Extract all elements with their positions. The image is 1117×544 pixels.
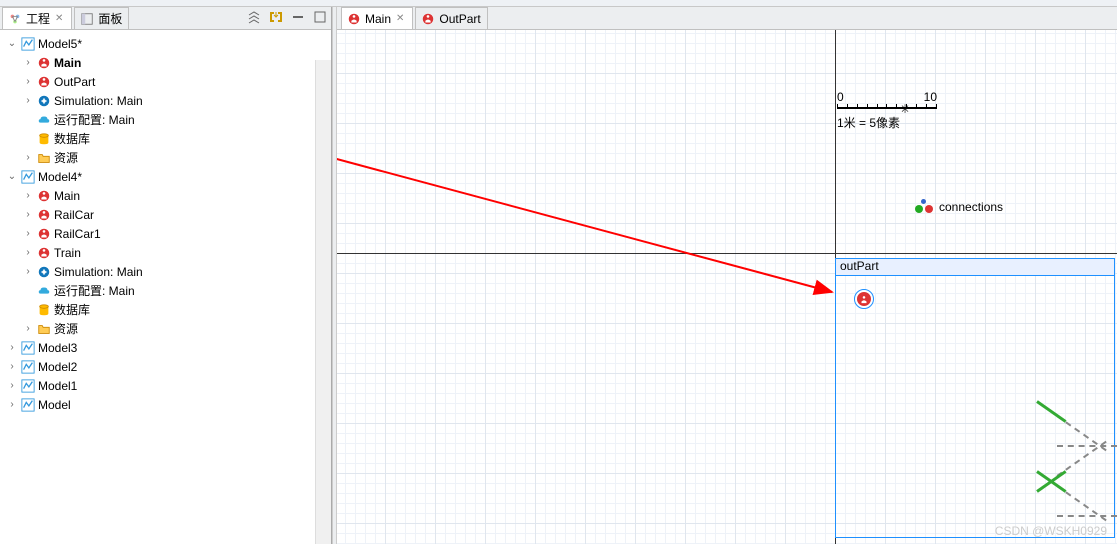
tree-run-main4[interactable]: 运行配置: Main — [0, 281, 331, 300]
tab-panel-label: 面板 — [98, 10, 122, 27]
agent-icon — [36, 55, 52, 71]
connections-icon — [915, 201, 933, 213]
agent-header: outPart — [836, 259, 1114, 276]
tree-main4[interactable]: ›Main — [0, 186, 331, 205]
tab-project-label: 工程 — [26, 10, 50, 27]
close-icon[interactable]: ✕ — [53, 13, 65, 24]
tree-sim-main4[interactable]: ›Simulation: Main — [0, 262, 331, 281]
project-tree[interactable]: ⌄Model5* ›Main ›OutPart ›Simulation: Mai… — [0, 30, 331, 544]
connections-label: connections — [939, 200, 1003, 214]
tree-model3[interactable]: ›Model3 — [0, 338, 331, 357]
tree-model1[interactable]: ›Model1 — [0, 376, 331, 395]
model-icon — [20, 359, 36, 375]
canvas[interactable]: 010 1米 = 5像素 ✳ connections — [337, 30, 1117, 544]
tab-outpart[interactable]: OutPart — [415, 7, 487, 29]
panel-icon — [79, 11, 95, 27]
tree-database[interactable]: 数据库 — [0, 129, 331, 148]
tree-outpart[interactable]: ›OutPart — [0, 72, 331, 91]
agent-icon — [36, 226, 52, 242]
tree-railcar[interactable]: ›RailCar — [0, 205, 331, 224]
connections-node[interactable]: connections — [915, 200, 1003, 214]
model-icon — [20, 340, 36, 356]
tree-train[interactable]: ›Train — [0, 243, 331, 262]
scrollbar[interactable] — [315, 60, 331, 544]
tree-model5[interactable]: ⌄Model5* — [0, 34, 331, 53]
link-editor-icon[interactable] — [269, 10, 283, 24]
tree-railcar1[interactable]: ›RailCar1 — [0, 224, 331, 243]
tree-model4[interactable]: ⌄Model4* — [0, 167, 331, 186]
agent-port[interactable] — [854, 289, 874, 309]
editor-tabbar: Main ✕ OutPart — [337, 7, 1117, 30]
experiment-icon — [36, 93, 52, 109]
collapse-all-icon[interactable] — [247, 10, 261, 24]
agent-icon — [857, 292, 871, 306]
database-icon — [36, 131, 52, 147]
scale-ruler: 010 1米 = 5像素 ✳ — [837, 90, 937, 131]
tree-resources4[interactable]: ›资源 — [0, 319, 331, 338]
agent-icon — [36, 188, 52, 204]
experiment-icon — [36, 264, 52, 280]
maximize-icon[interactable] — [313, 10, 327, 24]
model-icon — [20, 378, 36, 394]
left-tabbar: 工程 ✕ 面板 — [0, 7, 331, 30]
model-icon — [20, 36, 36, 52]
database-icon — [36, 302, 52, 318]
tree-model[interactable]: ›Model — [0, 395, 331, 414]
agent-icon — [36, 207, 52, 223]
project-icon — [7, 11, 23, 27]
agent-icon — [420, 11, 436, 27]
watermark: CSDN @WSKH0929 — [995, 524, 1107, 538]
folder-icon — [36, 321, 52, 337]
folder-icon — [36, 150, 52, 166]
tree-main-bold[interactable]: ›Main — [0, 53, 331, 72]
tree-sim-main[interactable]: ›Simulation: Main — [0, 91, 331, 110]
close-icon[interactable]: ✕ — [394, 13, 406, 24]
agent-icon — [36, 245, 52, 261]
tab-main[interactable]: Main ✕ — [341, 7, 413, 29]
tree-run-main[interactable]: 运行配置: Main — [0, 110, 331, 129]
agent-icon — [346, 11, 362, 27]
tab-project[interactable]: 工程 ✕ — [2, 7, 72, 29]
tab-panel[interactable]: 面板 — [74, 7, 129, 29]
tree-resources[interactable]: ›资源 — [0, 148, 331, 167]
tree-model2[interactable]: ›Model2 — [0, 357, 331, 376]
model-icon — [20, 169, 36, 185]
cloud-icon — [36, 112, 52, 128]
cloud-icon — [36, 283, 52, 299]
tab-outpart-label: OutPart — [439, 12, 480, 26]
tab-main-label: Main — [365, 12, 391, 26]
axis-x — [337, 253, 1117, 254]
agent-icon — [36, 74, 52, 90]
model-icon — [20, 397, 36, 413]
tree-database4[interactable]: 数据库 — [0, 300, 331, 319]
minimize-icon[interactable] — [291, 10, 305, 24]
